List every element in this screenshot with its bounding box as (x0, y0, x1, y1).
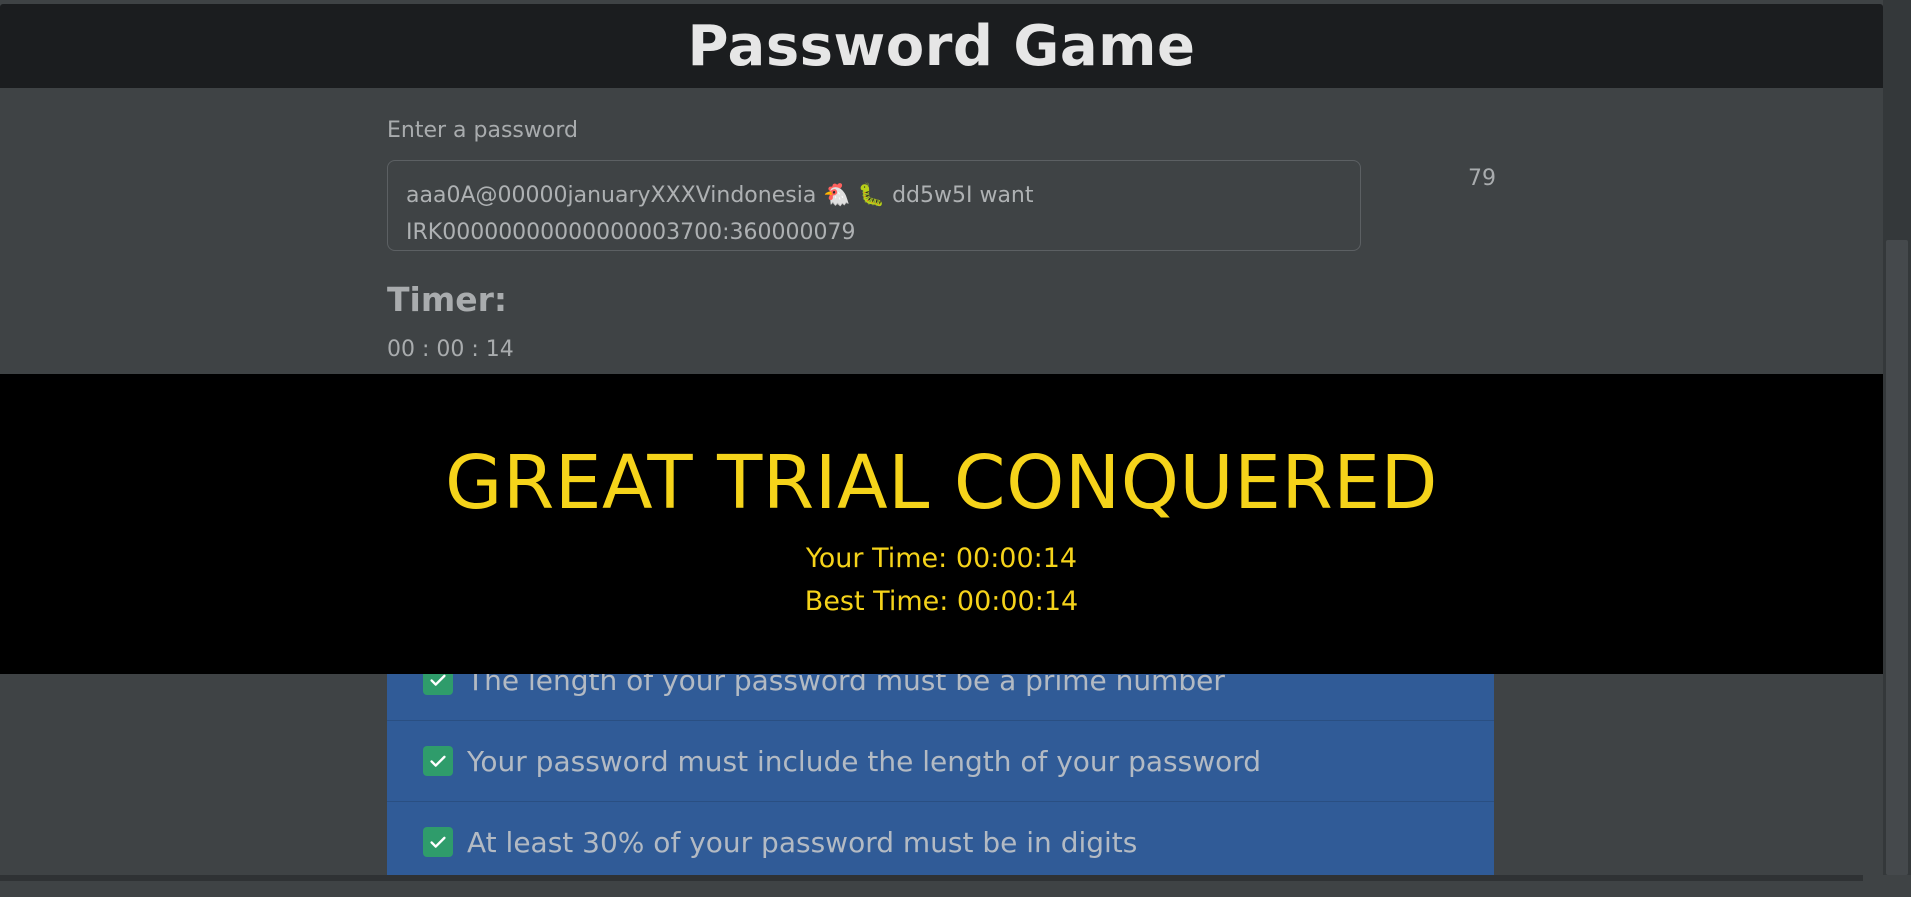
horizontal-scrollbar[interactable] (0, 875, 1863, 881)
password-label: Enter a password (387, 118, 578, 143)
page: Password Game Enter a password aaa0A@000… (0, 0, 1883, 883)
your-time-label: Your Time: 00:00:14 (805, 543, 1078, 574)
password-text-line-2: IRK00000000000000003700:360000079 (406, 220, 856, 245)
rule-item: Your password must include the length of… (387, 721, 1494, 802)
password-input[interactable]: aaa0A@00000januaryXXXVindonesia 🐔 🐛 dd5w… (387, 160, 1361, 251)
rule-item: At least 30% of your password must be in… (387, 802, 1494, 883)
rule-text: Your password must include the length of… (467, 744, 1262, 778)
rule-text: At least 30% of your password must be in… (467, 825, 1138, 859)
victory-title: GREAT TRIAL CONQUERED (444, 440, 1439, 526)
timer-value: 00 : 00 : 14 (387, 337, 514, 362)
password-text-line-1: aaa0A@00000januaryXXXVindonesia 🐔 🐛 dd5w… (406, 183, 1034, 208)
check-icon (423, 827, 453, 857)
rules-list: The length of your password must be a pr… (387, 640, 1494, 883)
password-length-counter: 79 (1468, 166, 1496, 191)
best-time-label: Best Time: 00:00:14 (804, 586, 1079, 617)
page-title: Password Game (687, 13, 1196, 79)
header-bar: Password Game (0, 4, 1883, 88)
vertical-scrollbar-thumb[interactable] (1886, 240, 1908, 875)
timer-heading: Timer: (387, 280, 508, 319)
check-icon (423, 746, 453, 776)
